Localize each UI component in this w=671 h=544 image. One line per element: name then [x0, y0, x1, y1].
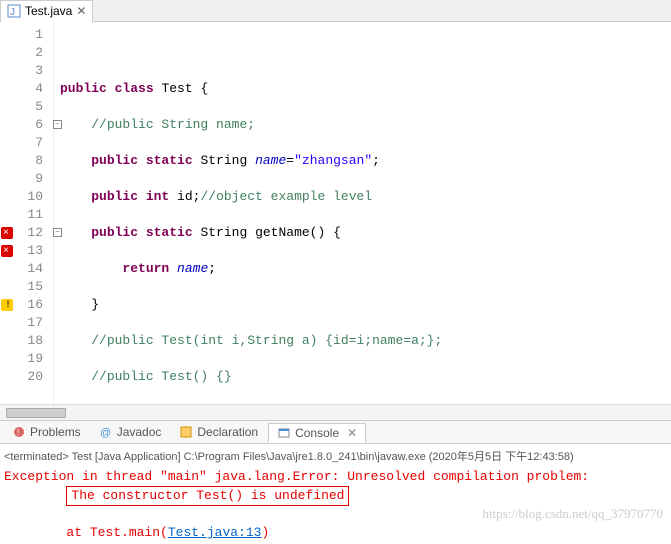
horizontal-scrollbar[interactable] — [0, 404, 671, 420]
warning-marker-icon[interactable] — [1, 299, 13, 311]
bottom-tabbar: ! Problems @ Javadoc Declaration Console… — [0, 420, 671, 444]
fold-icon[interactable]: − — [53, 120, 62, 129]
close-icon[interactable]: ✕ — [76, 4, 86, 18]
tab-title: Test.java — [25, 4, 72, 18]
error-marker-icon[interactable] — [1, 227, 13, 239]
error-marker-icon[interactable] — [1, 245, 13, 257]
tab-javadoc[interactable]: @ Javadoc — [91, 423, 170, 441]
problems-icon: ! — [12, 425, 26, 439]
tab-console[interactable]: Console ✕ — [268, 423, 366, 443]
tab-declaration[interactable]: Declaration — [171, 423, 266, 441]
scrollbar-thumb[interactable] — [6, 408, 66, 418]
editor-tab[interactable]: J Test.java ✕ — [0, 0, 93, 22]
console-icon — [277, 426, 291, 440]
console-panel: <terminated> Test [Java Application] C:\… — [0, 444, 671, 544]
editor-tabbar: J Test.java ✕ — [0, 0, 671, 22]
code-editor[interactable]: 1 2 3 4 5 6− 7 8 9 10 11 12− 13 14 15 16… — [0, 22, 671, 404]
marker-column — [0, 22, 14, 404]
svg-text:J: J — [10, 7, 15, 18]
declaration-icon — [179, 425, 193, 439]
java-file-icon: J — [7, 4, 21, 18]
close-icon[interactable]: ✕ — [347, 426, 357, 440]
fold-icon[interactable]: − — [53, 228, 62, 237]
console-output[interactable]: Exception in thread "main" java.lang.Err… — [4, 468, 667, 542]
line-number-gutter: 1 2 3 4 5 6− 7 8 9 10 11 12− 13 14 15 16… — [14, 22, 54, 404]
console-header: <terminated> Test [Java Application] C:\… — [4, 446, 667, 468]
svg-text:!: ! — [17, 428, 19, 437]
javadoc-icon: @ — [99, 425, 113, 439]
tab-problems[interactable]: ! Problems — [4, 423, 89, 441]
code-area[interactable]: public class Test { //public String name… — [54, 22, 448, 404]
stacktrace-link[interactable]: Test.java:13 — [168, 525, 262, 540]
svg-text:@: @ — [100, 427, 111, 438]
